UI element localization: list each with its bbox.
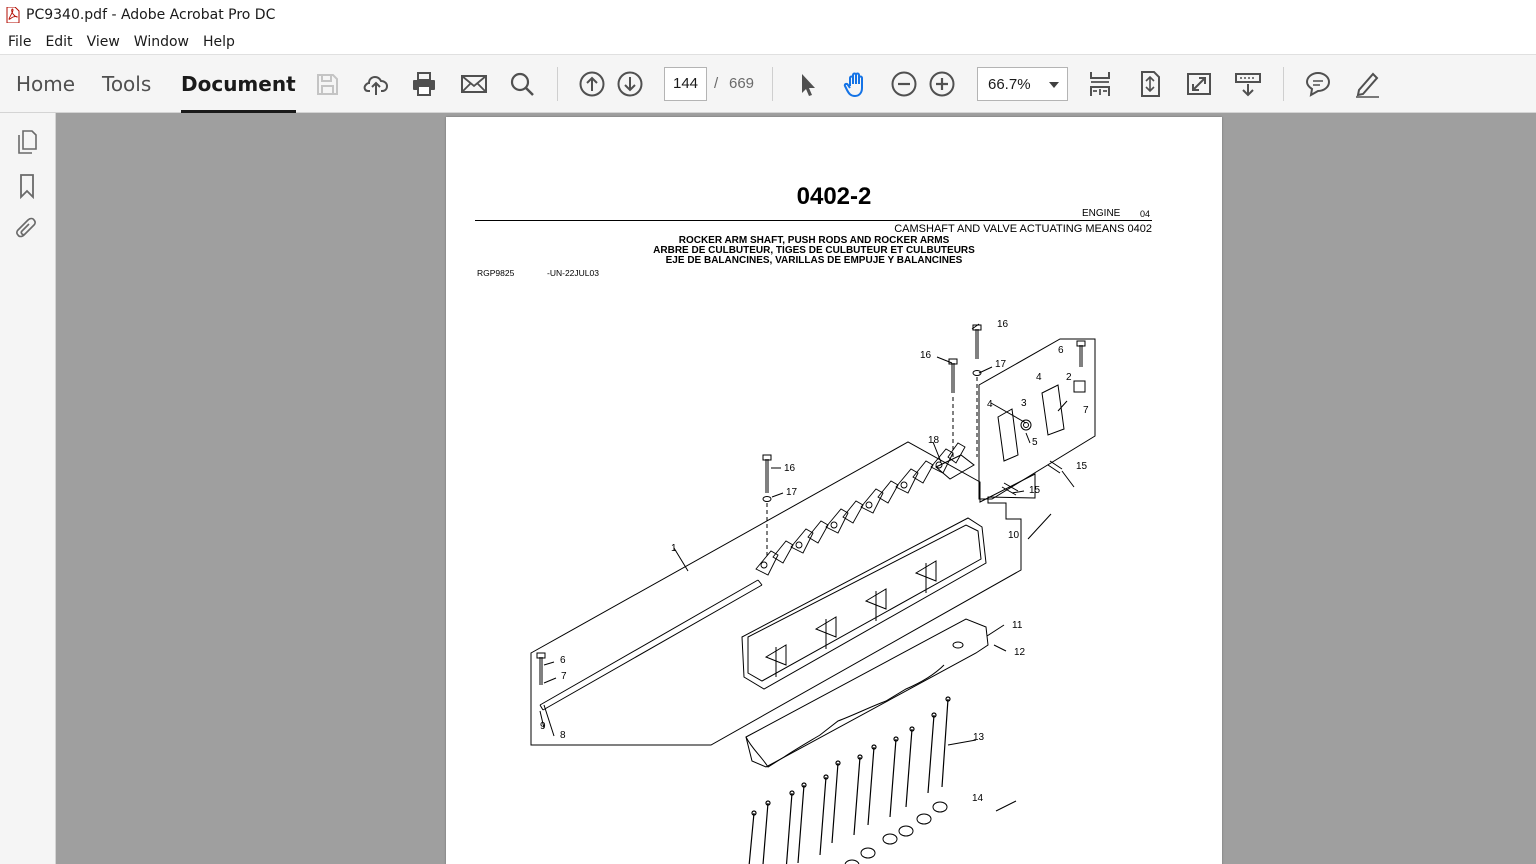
menu-edit[interactable]: Edit [41,34,80,50]
printer-icon [413,72,435,96]
print-button[interactable] [407,67,441,101]
save-icon [317,74,338,95]
toolbar-divider [772,67,773,101]
pdf-file-icon [6,7,20,23]
bookmark-icon [20,174,34,199]
svg-text:18: 18 [928,435,940,446]
navigation-panel [0,113,56,864]
document-view[interactable]: 0402-2 ENGINE 04 CAMSHAFT AND VALVE ACTU… [56,113,1536,864]
scrolling-mode-button[interactable] [1083,67,1117,101]
read-mode-icon [1235,73,1261,97]
page-separator: / [714,75,719,92]
shaft-assembly-frame [530,441,1036,746]
svg-text:2: 2 [1066,372,1072,383]
hand-icon [843,72,863,97]
rocker-cover [741,517,987,690]
window-title: PC9340.pdf - Adobe Acrobat Pro DC [26,7,276,23]
cloud-upload-icon [363,75,389,95]
svg-text:5: 5 [1032,437,1038,448]
select-tool-button[interactable] [790,67,824,101]
svg-text:15: 15 [1076,461,1088,472]
tab-tools[interactable]: Tools [102,55,151,113]
tab-home[interactable]: Home [16,55,75,113]
cursor-arrow-icon [802,74,815,96]
read-mode-button[interactable] [1231,67,1265,101]
zoom-out-button[interactable] [887,67,921,101]
callout-numbers: 1 2 3 4 4 5 6 6 7 7 8 9 10 11 12 13 14 1… [540,319,1089,804]
title-bar: PC9340.pdf - Adobe Acrobat Pro DC [0,0,1536,30]
fit-page-icon [1141,71,1160,97]
svg-text:4: 4 [1036,372,1042,383]
svg-text:8: 8 [560,730,566,741]
fit-page-button[interactable] [1133,67,1167,101]
toolbar: Home Tools Document 144 / 669 66.7% [0,54,1536,113]
expand-icon [1187,73,1211,95]
search-button[interactable] [505,67,539,101]
page-number-input[interactable]: 144 [664,67,707,101]
svg-text:1: 1 [671,543,677,554]
menu-bar: File Edit View Window Help [0,30,1536,54]
page-total: 669 [729,75,755,92]
svg-text:17: 17 [995,359,1007,370]
svg-text:17: 17 [786,487,798,498]
svg-text:13: 13 [973,732,985,743]
minus-circle-icon [891,71,917,97]
menu-file[interactable]: File [4,34,39,50]
hand-tool-button[interactable] [839,67,873,101]
zoom-in-button[interactable] [925,67,959,101]
arrow-up-circle-icon [579,71,605,97]
sign-button[interactable] [1350,67,1384,101]
bolts [536,324,1086,685]
tab-document[interactable]: Document [181,55,296,113]
comment-bubble-icon [1305,71,1331,97]
bookmarks-button[interactable] [12,171,42,201]
svg-text:14: 14 [972,793,984,804]
attachments-button[interactable] [12,215,42,245]
full-screen-button[interactable] [1182,67,1216,101]
plus-circle-icon [929,71,955,97]
arrow-down-circle-icon [617,71,643,97]
exploded-parts-diagram: 1 2 3 4 4 5 6 6 7 7 8 9 10 11 12 13 14 1… [530,319,1096,864]
comment-button[interactable] [1301,67,1335,101]
svg-text:6: 6 [560,655,566,666]
rocker-shaft [539,579,763,711]
previous-page-button[interactable] [575,67,609,101]
svg-text:10: 10 [1008,530,1020,541]
svg-text:4: 4 [987,399,993,410]
tappets [844,801,948,864]
svg-text:15: 15 [1029,485,1041,496]
chevron-down-icon [1049,82,1059,88]
svg-text:16: 16 [784,463,796,474]
upload-cloud-button[interactable] [359,67,393,101]
envelope-icon [461,75,487,93]
email-button[interactable] [457,67,491,101]
svg-text:16: 16 [997,319,1009,330]
svg-text:7: 7 [1083,405,1089,416]
page-thumbnails-button[interactable] [12,127,42,157]
svg-text:3: 3 [1021,398,1027,409]
svg-text:16: 16 [920,350,932,361]
menu-help[interactable]: Help [199,34,243,50]
page-scroll-icon [1090,72,1110,96]
svg-text:9: 9 [540,721,546,732]
zoom-level-value: 66.7% [988,75,1031,93]
pdf-page: 0402-2 ENGINE 04 CAMSHAFT AND VALVE ACTU… [446,117,1222,864]
gasket-seal [745,664,945,768]
svg-text:6: 6 [1058,345,1064,356]
toolbar-divider [1283,67,1284,101]
paperclip-icon [16,217,36,238]
menu-window[interactable]: Window [130,34,197,50]
svg-text:11: 11 [1012,620,1023,631]
pen-icon [1356,72,1379,98]
toolbar-divider [557,67,558,101]
next-page-button[interactable] [613,67,647,101]
svg-text:12: 12 [1014,647,1026,658]
search-icon [510,72,534,96]
save-button[interactable] [310,67,344,101]
menu-view[interactable]: View [83,34,128,50]
page-thumbnails-icon [18,130,37,154]
svg-text:7: 7 [561,671,567,682]
zoom-level-select[interactable]: 66.7% [977,67,1068,101]
